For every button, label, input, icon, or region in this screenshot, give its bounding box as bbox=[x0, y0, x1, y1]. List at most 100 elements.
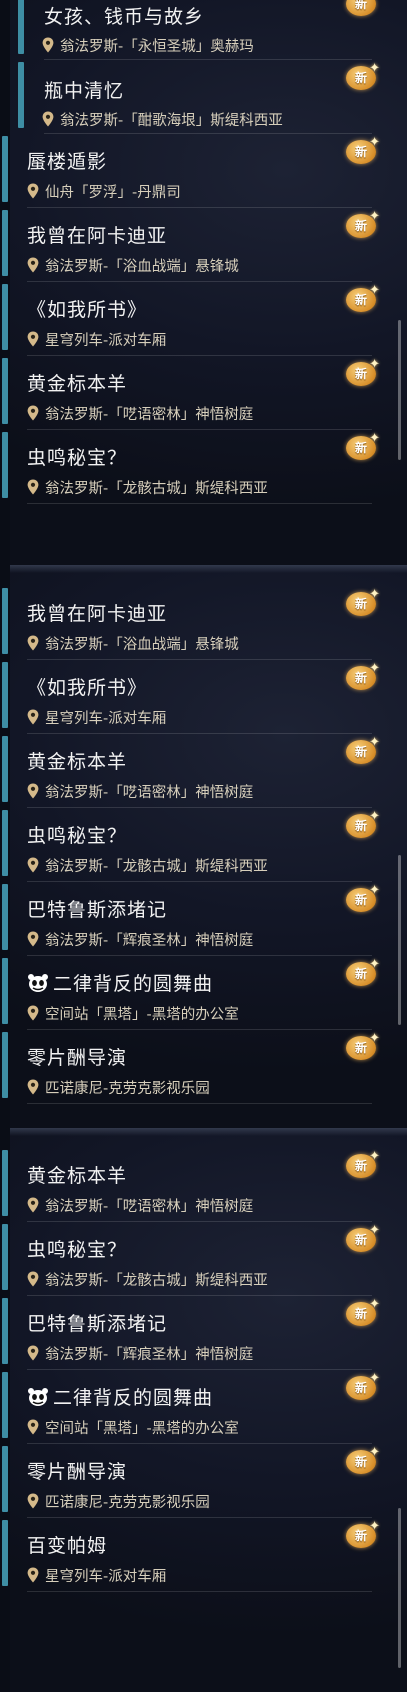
quest-location: 翁法罗斯-「龙骸古城」斯缇科西亚 bbox=[27, 1269, 268, 1289]
quest-title: 虫鸣秘宝？ bbox=[27, 825, 128, 847]
location-pin-icon bbox=[27, 257, 39, 273]
location-pin-icon bbox=[27, 709, 39, 725]
item-accent-bar bbox=[2, 210, 8, 276]
quest-location: 翁法罗斯-「龙骸古城」斯缇科西亚 bbox=[27, 855, 268, 875]
sparkle-icon: ✦ bbox=[369, 0, 380, 1]
quest-list-item[interactable]: 黄金标本羊 翁法罗斯-「呓语密林」神悟树庭 新 ✦ bbox=[0, 352, 380, 430]
quest-list-item[interactable]: 零片酬导演 匹诺康尼-克劳克影视乐园 新 ✦ bbox=[0, 1440, 380, 1518]
new-badge: 新✦ bbox=[344, 136, 380, 168]
quest-title: 瓶中清忆 bbox=[44, 80, 125, 102]
quest-location: 翁法罗斯-「永恒圣城」奥赫玛 bbox=[42, 35, 254, 55]
new-badge: 新✦ bbox=[344, 284, 380, 316]
new-badge: 新✦ bbox=[344, 1298, 380, 1330]
sparkle-icon: ✦ bbox=[369, 1519, 380, 1534]
quest-list-panel[interactable]: 我曾在阿卡迪亚 翁法罗斯-「浴血战端」悬锋城新 ✦ 《如我所书》 星穹列车-派对车厢新 ✦… bbox=[0, 565, 407, 1128]
panda-icon bbox=[28, 1388, 48, 1406]
quest-list-screen: 女孩、钱币与故乡翁法罗斯-「永恒圣城」奥赫玛新✦瓶中清忆翁法罗斯-「酣歌海垠」斯… bbox=[0, 0, 407, 1692]
sparkle-icon: ✦ bbox=[369, 883, 380, 898]
scrollbar-thumb[interactable] bbox=[398, 320, 401, 460]
quest-list-item[interactable]: 《如我所书》 星穹列车-派对车厢 新 ✦ bbox=[0, 278, 380, 356]
quest-list-panel[interactable]: 女孩、钱币与故乡翁法罗斯-「永恒圣城」奥赫玛新✦瓶中清忆翁法罗斯-「酣歌海垠」斯… bbox=[0, 0, 407, 565]
sparkle-icon: ✦ bbox=[369, 587, 380, 602]
quest-location: 翁法罗斯-「龙骸古城」斯缇科西亚 bbox=[27, 477, 268, 497]
quest-list-item[interactable]: 虫鸣秘宝？ 翁法罗斯-「龙骸古城」斯缇科西亚 新 ✦ bbox=[0, 426, 380, 504]
quest-list-item[interactable]: 二律背反的圆舞曲 空间站「黑塔」-黑塔的办公室 新 ✦ bbox=[0, 1366, 380, 1444]
item-accent-bar bbox=[2, 1224, 8, 1290]
location-pin-icon bbox=[27, 931, 39, 947]
new-badge: 新✦ bbox=[344, 1032, 380, 1064]
location-pin-icon bbox=[27, 183, 39, 199]
quest-list-item[interactable]: 女孩、钱币与故乡翁法罗斯-「永恒圣城」奥赫玛 新✦ bbox=[18, 0, 380, 60]
quest-list-item[interactable]: 虫鸣秘宝？ 翁法罗斯-「龙骸古城」斯缇科西亚 新 ✦ bbox=[0, 804, 380, 882]
quest-list-item[interactable]: 瓶中清忆 翁法罗斯-「酣歌海垠」斯缇科西亚 新 ✦ bbox=[18, 56, 380, 134]
location-pin-icon bbox=[27, 1079, 39, 1095]
sparkle-icon: ✦ bbox=[369, 135, 380, 150]
row-divider bbox=[27, 503, 372, 504]
sparkle-icon: ✦ bbox=[369, 1445, 380, 1460]
scrollbar-thumb[interactable] bbox=[398, 1508, 401, 1668]
sparkle-icon: ✦ bbox=[369, 1149, 380, 1164]
quest-list-item[interactable]: 《如我所书》 星穹列车-派对车厢 新 ✦ bbox=[0, 656, 380, 734]
sparkle-icon: ✦ bbox=[369, 1371, 380, 1386]
quest-location: 翁法罗斯-「辉痕圣林」神悟树庭 bbox=[27, 929, 253, 949]
quest-list-panel[interactable]: 黄金标本羊翁法罗斯-「呓语密林」神悟树庭新 ✦ 虫鸣秘宝？ 翁法罗斯-「龙骸古城」斯缇… bbox=[0, 1128, 407, 1692]
new-badge: 新✦ bbox=[344, 62, 380, 94]
quest-list-item[interactable]: 黄金标本羊 翁法罗斯-「呓语密林」神悟树庭 新 ✦ bbox=[0, 730, 380, 808]
quest-location: 翁法罗斯-「浴血战端」悬锋城 bbox=[27, 255, 239, 275]
quest-list-item[interactable]: 零片酬导演 匹诺康尼-克劳克影视乐园 新 ✦ bbox=[0, 1026, 380, 1104]
quest-list-item[interactable]: 虫鸣秘宝？ 翁法罗斯-「龙骸古城」斯缇科西亚 新 ✦ bbox=[0, 1218, 380, 1296]
item-accent-bar bbox=[2, 1032, 8, 1098]
item-accent-bar bbox=[2, 1150, 8, 1216]
new-badge: 新✦ bbox=[344, 1520, 380, 1552]
item-accent-bar bbox=[2, 1446, 8, 1512]
quest-title: 二律背反的圆舞曲 bbox=[27, 969, 213, 996]
location-pin-icon bbox=[27, 331, 39, 347]
sparkle-icon: ✦ bbox=[369, 661, 380, 676]
quest-list-item[interactable]: 百变帕姆 星穹列车-派对车厢 新 ✦ bbox=[0, 1514, 380, 1592]
item-accent-bar bbox=[2, 588, 8, 654]
quest-location: 翁法罗斯-「辉痕圣林」神悟树庭 bbox=[27, 1343, 253, 1363]
quest-title: 《如我所书》 bbox=[27, 299, 148, 321]
location-pin-icon bbox=[27, 1345, 39, 1361]
quest-location: 星穹列车-派对车厢 bbox=[27, 707, 166, 727]
scrollbar-thumb[interactable] bbox=[398, 855, 401, 1025]
quest-title: 黄金标本羊 bbox=[27, 1165, 128, 1187]
row-divider bbox=[27, 1103, 372, 1104]
quest-list-item[interactable]: 二律背反的圆舞曲 空间站「黑塔」-黑塔的办公室 新 ✦ bbox=[0, 952, 380, 1030]
item-accent-bar bbox=[2, 884, 8, 950]
location-pin-icon bbox=[27, 783, 39, 799]
new-badge: 新✦ bbox=[344, 662, 380, 694]
quest-location: 仙舟「罗浮」-丹鼎司 bbox=[27, 181, 181, 201]
location-pin-icon bbox=[27, 635, 39, 651]
quest-location: 空间站「黑塔」-黑塔的办公室 bbox=[27, 1417, 239, 1437]
quest-title: 零片酬导演 bbox=[27, 1461, 128, 1483]
item-accent-bar bbox=[2, 958, 8, 1024]
quest-list-item[interactable]: 黄金标本羊 翁法罗斯-「呓语密林」神悟树庭 新 ✦ bbox=[0, 1144, 380, 1222]
location-pin-icon bbox=[42, 37, 54, 53]
quest-title: 虫鸣秘宝？ bbox=[27, 1239, 128, 1261]
quest-location: 翁法罗斯-「呓语密林」神悟树庭 bbox=[27, 1195, 253, 1215]
quest-list-item[interactable]: 巴特鲁斯添堵记翁法罗斯-「辉痕圣林」神悟树庭 新 ✦ bbox=[0, 1292, 380, 1370]
sparkle-icon: ✦ bbox=[369, 1223, 380, 1238]
quest-list-item[interactable]: 蜃楼遁影仙舟「罗浮」-丹鼎司 新 ✦ bbox=[0, 130, 380, 208]
quest-title: 虫鸣秘宝？ bbox=[27, 447, 128, 469]
new-badge: 新✦ bbox=[344, 210, 380, 242]
sparkle-icon: ✦ bbox=[369, 283, 380, 298]
quest-list-item[interactable]: 我曾在阿卡迪亚 翁法罗斯-「浴血战端」悬锋城 新 ✦ bbox=[0, 582, 380, 660]
location-pin-icon bbox=[42, 111, 54, 127]
quest-list-item[interactable]: 巴特鲁斯添堵记 翁法罗斯-「辉痕圣林」神悟树庭 新 ✦ bbox=[0, 878, 380, 956]
quest-location: 翁法罗斯-「呓语密林」神悟树庭 bbox=[27, 403, 253, 423]
item-accent-bar bbox=[2, 1520, 8, 1586]
quest-list-item[interactable]: 我曾在阿卡迪亚翁法罗斯-「浴血战端」悬锋城 新 ✦ bbox=[0, 204, 380, 282]
quest-title: 我曾在阿卡迪亚 bbox=[27, 225, 168, 247]
quest-location: 星穹列车-派对车厢 bbox=[27, 329, 166, 349]
new-badge: 新✦ bbox=[344, 810, 380, 842]
quest-title: 蜃楼遁影 bbox=[27, 151, 108, 173]
sparkle-icon: ✦ bbox=[369, 1297, 380, 1312]
new-badge: 新✦ bbox=[344, 1224, 380, 1256]
sparkle-icon: ✦ bbox=[369, 1031, 380, 1046]
quest-title: 女孩、钱币与故乡 bbox=[44, 6, 205, 28]
panda-icon bbox=[28, 974, 48, 992]
quest-title: 巴特鲁斯添堵记 bbox=[27, 1313, 168, 1335]
sparkle-icon: ✦ bbox=[369, 61, 380, 76]
